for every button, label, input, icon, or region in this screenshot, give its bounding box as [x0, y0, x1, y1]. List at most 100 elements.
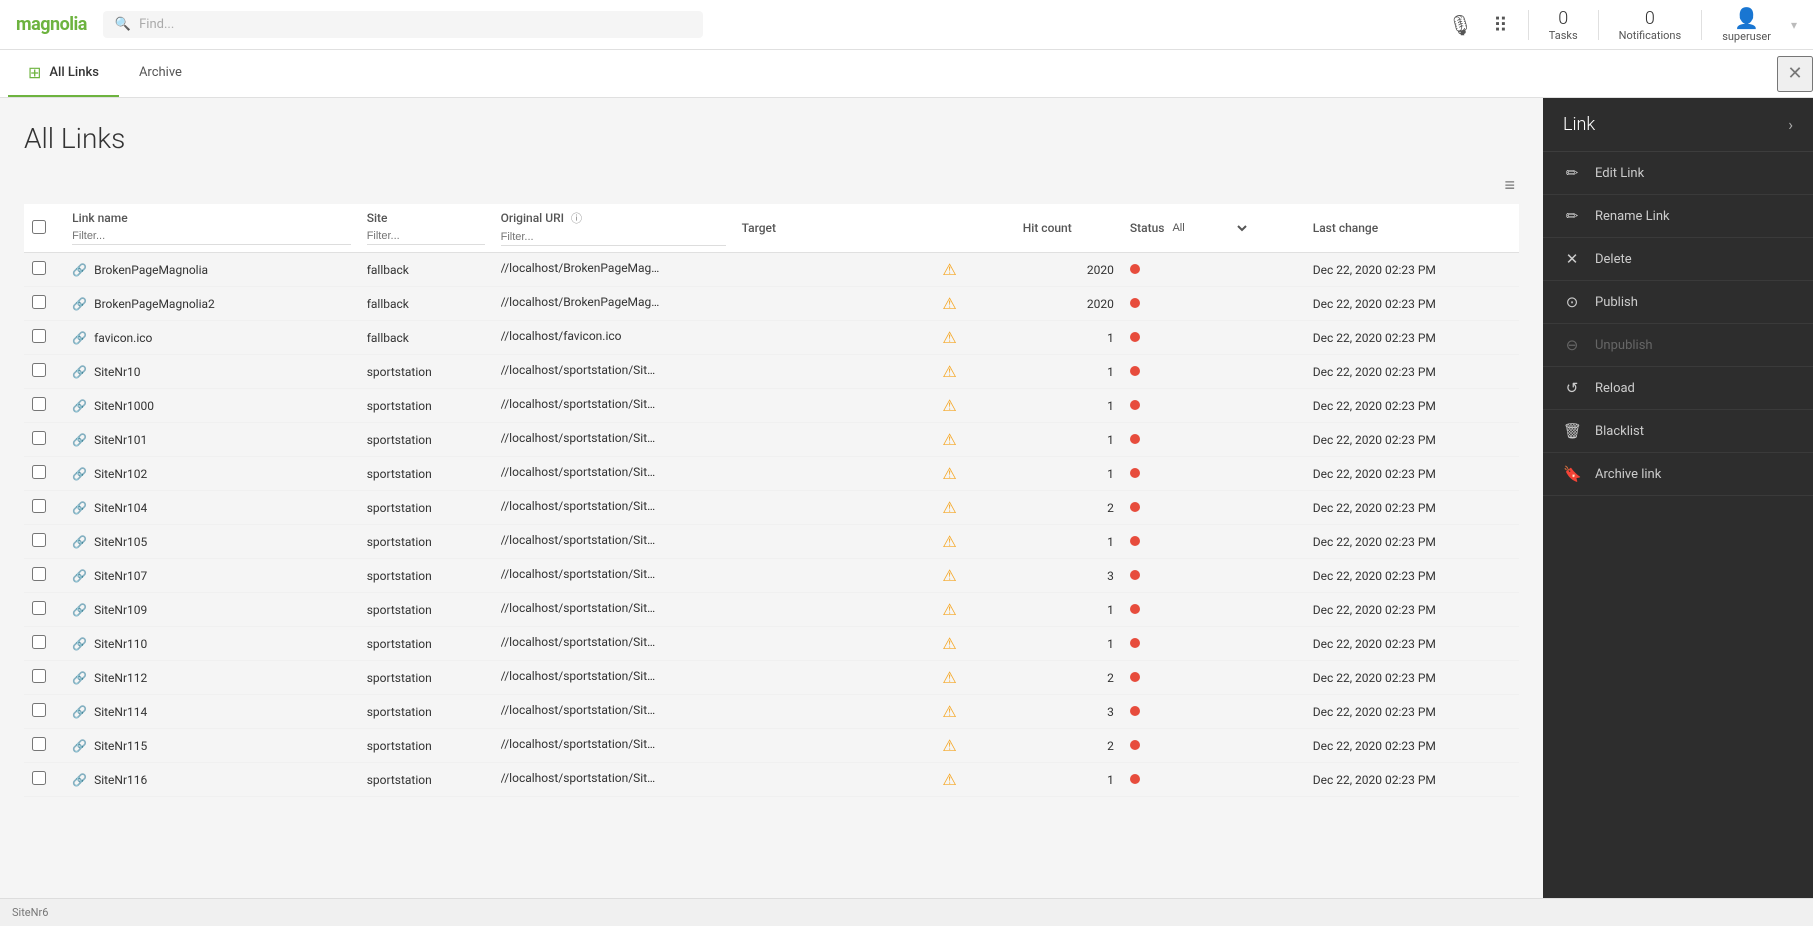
row-uri: //localhost/sportstation/SiteNr [493, 559, 734, 593]
row-checkbox-cell [24, 321, 64, 355]
notifications-nav-item[interactable]: 0 Notifications [1619, 8, 1682, 42]
row-checkbox[interactable] [32, 703, 46, 717]
row-target [734, 287, 935, 321]
row-uri: //localhost/sportstation/SiteNr [493, 525, 734, 559]
uri-filter[interactable] [501, 229, 726, 246]
col-last-change-header: Last change [1305, 204, 1519, 253]
user-nav-item[interactable]: 👤 superuser [1722, 6, 1771, 43]
status-dot [1130, 298, 1140, 308]
row-hit-count: 1 [1015, 389, 1122, 423]
col-checkbox-header [24, 204, 64, 253]
row-checkbox[interactable] [32, 635, 46, 649]
panel-menu-item-blacklist[interactable]: 🗑 Blacklist [1543, 410, 1813, 453]
status-bar: SiteNr6 [0, 898, 1813, 926]
table-row[interactable]: 🔗 SiteNr107 sportstation //localhost/spo… [24, 559, 1519, 593]
row-checkbox[interactable] [32, 431, 46, 445]
row-warn-icon-cell: ⚠ [934, 559, 1014, 593]
row-hit-count: 1 [1015, 423, 1122, 457]
row-checkbox[interactable] [32, 295, 46, 309]
table-row[interactable]: 🔗 SiteNr104 sportstation //localhost/spo… [24, 491, 1519, 525]
table-row[interactable]: 🔗 SiteNr1000 sportstation //localhost/sp… [24, 389, 1519, 423]
tasks-nav-item[interactable]: 0 Tasks [1549, 8, 1578, 42]
table-row[interactable]: 🔗 SiteNr112 sportstation //localhost/spo… [24, 661, 1519, 695]
row-checkbox[interactable] [32, 363, 46, 377]
search-bar[interactable]: 🔍 Find... [103, 11, 703, 38]
row-site: sportstation [359, 559, 493, 593]
row-hit-count: 1 [1015, 355, 1122, 389]
panel-menu-item-rename-link[interactable]: ✏ Rename Link [1543, 195, 1813, 238]
row-checkbox[interactable] [32, 261, 46, 275]
status-dot [1130, 774, 1140, 784]
row-checkbox[interactable] [32, 533, 46, 547]
table-row[interactable]: 🔗 SiteNr102 sportstation //localhost/spo… [24, 457, 1519, 491]
toolbar-menu-button[interactable]: ≡ [1500, 171, 1519, 200]
panel-menu-item-archive-link[interactable]: 🔖 Archive link [1543, 453, 1813, 496]
link-row-icon: 🔗 [72, 535, 87, 549]
row-status [1122, 729, 1305, 763]
table-row[interactable]: 🔗 SiteNr116 sportstation //localhost/spo… [24, 763, 1519, 797]
row-target [734, 389, 935, 423]
grid-icon[interactable]: ⠿ [1493, 13, 1508, 37]
panel-arrow-icon[interactable]: › [1788, 115, 1793, 134]
row-hit-count: 1 [1015, 457, 1122, 491]
link-name-filter[interactable] [72, 228, 351, 245]
table-row[interactable]: 🔗 SiteNr114 sportstation //localhost/spo… [24, 695, 1519, 729]
row-uri: //localhost/sportstation/SiteNr [493, 355, 734, 389]
table-row[interactable]: 🔗 favicon.ico fallback //localhost/favic… [24, 321, 1519, 355]
row-checkbox[interactable] [32, 397, 46, 411]
tab-archive[interactable]: Archive [119, 50, 202, 97]
unpublish-label: Unpublish [1595, 338, 1653, 353]
site-filter[interactable] [367, 228, 485, 245]
panel-menu-item-edit-link[interactable]: ✏ Edit Link [1543, 152, 1813, 195]
row-checkbox[interactable] [32, 567, 46, 581]
row-site: fallback [359, 253, 493, 287]
link-row-icon: 🔗 [72, 603, 87, 617]
table-row[interactable]: 🔗 SiteNr101 sportstation //localhost/spo… [24, 423, 1519, 457]
row-uri: //localhost/BrokenPageMagnol [493, 253, 734, 287]
select-all-checkbox[interactable] [32, 220, 46, 234]
panel-menu: ✏ Edit Link ✏ Rename Link ✕ Delete ⊙ Pub… [1543, 152, 1813, 496]
row-checkbox[interactable] [32, 737, 46, 751]
row-checkbox-cell [24, 763, 64, 797]
close-button[interactable]: ✕ [1777, 56, 1813, 92]
notifications-count: 0 [1645, 8, 1655, 29]
table-toolbar: ≡ [24, 171, 1519, 200]
table-row[interactable]: 🔗 SiteNr105 sportstation //localhost/spo… [24, 525, 1519, 559]
table-row[interactable]: 🔗 SiteNr109 sportstation //localhost/spo… [24, 593, 1519, 627]
delete-label: Delete [1595, 252, 1632, 267]
table-row[interactable]: 🔗 SiteNr110 sportstation //localhost/spo… [24, 627, 1519, 661]
tab-all-links[interactable]: ⊞ All Links [8, 50, 119, 97]
row-last-change: Dec 22, 2020 02:23 PM [1305, 321, 1519, 355]
row-checkbox[interactable] [32, 329, 46, 343]
row-checkbox-cell [24, 627, 64, 661]
status-dot [1130, 434, 1140, 444]
row-checkbox[interactable] [32, 771, 46, 785]
row-uri: //localhost/sportstation/SiteNr [493, 389, 734, 423]
row-checkbox[interactable] [32, 601, 46, 615]
link-row-icon: 🔗 [72, 637, 87, 651]
row-hit-count: 2020 [1015, 287, 1122, 321]
col-link-name-header: Link name [64, 204, 359, 253]
status-filter-select[interactable]: All Published Unpublished [1168, 221, 1250, 235]
search-icon: 🔍 [115, 17, 131, 32]
row-checkbox[interactable] [32, 465, 46, 479]
row-link-name: 🔗 favicon.ico [64, 321, 359, 355]
panel-menu-item-delete[interactable]: ✕ Delete [1543, 238, 1813, 281]
row-last-change: Dec 22, 2020 02:23 PM [1305, 525, 1519, 559]
table-row[interactable]: 🔗 BrokenPageMagnolia fallback //localhos… [24, 253, 1519, 287]
row-checkbox[interactable] [32, 499, 46, 513]
table-row[interactable]: 🔗 BrokenPageMagnolia2 fallback //localho… [24, 287, 1519, 321]
reload-icon: ↺ [1563, 379, 1581, 397]
row-warn-icon-cell: ⚠ [934, 457, 1014, 491]
row-target [734, 661, 935, 695]
row-checkbox[interactable] [32, 669, 46, 683]
panel-menu-item-publish[interactable]: ⊙ Publish [1543, 281, 1813, 324]
mic-icon[interactable]: 🎙 [1448, 13, 1473, 37]
table-row[interactable]: 🔗 SiteNr10 sportstation //localhost/spor… [24, 355, 1519, 389]
panel-menu-item-reload[interactable]: ↺ Reload [1543, 367, 1813, 410]
row-uri: //localhost/sportstation/SiteNr [493, 491, 734, 525]
table-row[interactable]: 🔗 SiteNr115 sportstation //localhost/spo… [24, 729, 1519, 763]
row-target [734, 321, 935, 355]
row-checkbox-cell [24, 593, 64, 627]
row-link-name: 🔗 SiteNr102 [64, 457, 359, 491]
